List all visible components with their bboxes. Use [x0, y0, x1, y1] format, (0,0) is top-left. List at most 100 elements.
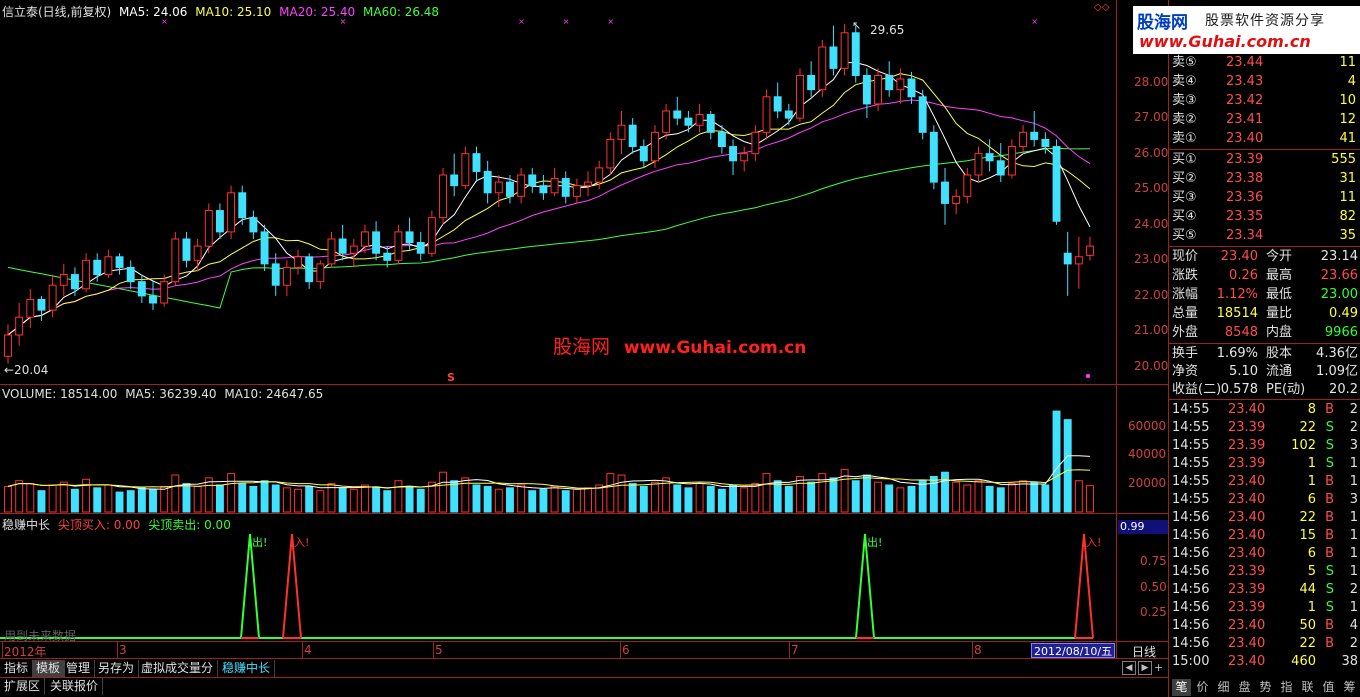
bid-row[interactable]: 买② 23.38 31 — [1172, 170, 1360, 188]
ask-row[interactable]: 卖⑤ 23.44 11 — [1172, 54, 1360, 72]
candle-body — [1007, 146, 1016, 176]
bottom-tab-secondary[interactable]: 关联报价 — [46, 678, 104, 695]
quote-label-2: 最低 — [1266, 287, 1293, 302]
right-panel-tab[interactable]: 细 — [1214, 679, 1233, 696]
tick-side: B — [1325, 492, 1334, 507]
right-panel-tab[interactable]: 筹 — [1340, 679, 1359, 696]
logo-url: www.Guhai.com.cn — [1139, 32, 1311, 51]
candle-body — [126, 266, 135, 283]
scroll-right-button[interactable]: ▶ — [1138, 661, 1152, 675]
right-panel-tab[interactable]: 指 — [1277, 679, 1296, 696]
candle-body — [238, 192, 247, 219]
bid-row[interactable]: 买③ 23.36 11 — [1172, 189, 1360, 207]
candle-body — [595, 167, 604, 183]
candle-body — [717, 131, 726, 148]
row-volume: 41 — [1339, 131, 1356, 146]
tick-price: 23.39 — [1228, 456, 1266, 471]
ask-row[interactable]: 卖① 23.40 41 — [1172, 130, 1360, 148]
price-tick-label: 28.00 — [1134, 74, 1169, 89]
tick-time: 14:55 — [1172, 438, 1210, 453]
candle-body — [818, 46, 827, 91]
volume-bar — [907, 485, 916, 513]
row-label: 买③ — [1172, 190, 1197, 205]
candle-body — [193, 245, 202, 261]
row-price: 23.38 — [1226, 171, 1264, 186]
ask-row[interactable]: 卖③ 23.42 10 — [1172, 92, 1360, 110]
low-annotation: ←20.04 — [4, 363, 49, 377]
candle-body — [48, 284, 57, 311]
row-label: 卖① — [1172, 131, 1197, 146]
indicator-mark-out2: 出! — [867, 536, 883, 549]
tick-volume: 1 — [1307, 600, 1316, 615]
tick-count: 2 — [1349, 402, 1358, 417]
price-chart[interactable]: × × × × × × — [0, 0, 1116, 658]
volume-bar — [918, 480, 927, 513]
candle-body — [840, 32, 849, 69]
zoom-in-button[interactable]: + — [1154, 661, 1166, 675]
volume-bar — [215, 484, 224, 513]
candle-body — [394, 231, 403, 261]
right-panel-tab[interactable]: 联 — [1298, 679, 1317, 696]
candle-body — [517, 174, 526, 197]
scroll-left-button[interactable]: ◀ — [1122, 661, 1136, 675]
bottom-tab[interactable]: 虚拟成交量分 — [137, 660, 219, 677]
right-panel-tab[interactable]: 价 — [1193, 679, 1212, 696]
quote-label-1: 涨幅 — [1172, 287, 1199, 302]
top-marker-icon: × — [340, 17, 347, 26]
tick-price: 23.39 — [1228, 600, 1266, 615]
right-panel-tab[interactable]: 笔 — [1172, 679, 1191, 696]
right-panel-tab[interactable]: 势 — [1256, 679, 1275, 696]
panel-left-border — [1168, 0, 1169, 697]
bottom-tab[interactable]: 另存为 — [94, 660, 140, 677]
candle-body — [651, 131, 659, 162]
tick-count: 2 — [1349, 420, 1358, 435]
period-label[interactable]: 日线 — [1132, 643, 1156, 660]
bottom-tab-secondary[interactable]: 扩展区 — [0, 678, 46, 695]
fund-label-1: 收益(二) — [1172, 382, 1222, 397]
tick-time: 14:56 — [1172, 600, 1210, 615]
bottom-tab[interactable]: 管理 — [62, 660, 96, 677]
date-tick — [789, 642, 790, 658]
trade-tick-row: 14:55 23.40 1 B 1 — [1172, 473, 1360, 491]
price-tick-label: 22.00 — [1134, 287, 1169, 302]
candle-body — [59, 274, 68, 286]
volume-bar — [706, 485, 715, 513]
date-tab-divider — [0, 658, 1168, 659]
price-tick-label: 25.00 — [1134, 181, 1169, 196]
candle-body — [215, 210, 224, 233]
ask-row[interactable]: 卖② 23.41 12 — [1172, 111, 1360, 129]
ask-row[interactable]: 卖④ 23.43 4 — [1172, 73, 1360, 91]
volume-bar — [963, 484, 972, 513]
candle-body — [416, 242, 425, 254]
quote-value-1: 23.40 — [1220, 249, 1258, 264]
tick-volume: 1 — [1307, 474, 1316, 489]
candle-body — [1041, 138, 1050, 148]
bid-row[interactable]: 买⑤ 23.34 35 — [1172, 227, 1360, 245]
tick-volume: 22 — [1299, 420, 1316, 435]
volume-ma5-readout: MA5: 36239.40 — [125, 387, 217, 401]
volume-bar — [517, 484, 526, 513]
volume-bar — [338, 487, 347, 513]
tick-time: 14:55 — [1172, 402, 1210, 417]
bottom-tab[interactable]: 稳赚中长 — [218, 660, 276, 677]
volume-bar — [227, 473, 236, 513]
date-tick — [972, 642, 973, 658]
bid-row[interactable]: 买④ 23.35 82 — [1172, 208, 1360, 226]
candle-body — [360, 231, 369, 247]
tick-side: B — [1325, 546, 1334, 561]
order-book-divider — [1168, 149, 1360, 150]
bottom-tab[interactable]: 指标 — [0, 660, 34, 677]
candle-body — [282, 266, 291, 286]
bid-row[interactable]: 买① 23.39 555 — [1172, 151, 1360, 169]
tick-price: 23.40 — [1228, 528, 1266, 543]
indicator-name[interactable]: 稳赚中长 — [2, 518, 50, 532]
right-panel-tab[interactable]: 盘 — [1235, 679, 1254, 696]
candle-body — [851, 32, 860, 76]
row-price: 23.43 — [1226, 74, 1264, 89]
bottom-tab[interactable]: 模板 — [32, 660, 66, 677]
right-panel-tab[interactable]: 值 — [1319, 679, 1338, 696]
tick-volume: 6 — [1307, 492, 1316, 507]
candle-body — [896, 78, 905, 91]
price-tick-label: 20.00 — [1134, 359, 1169, 373]
price-tick-label: 24.00 — [1134, 216, 1169, 231]
